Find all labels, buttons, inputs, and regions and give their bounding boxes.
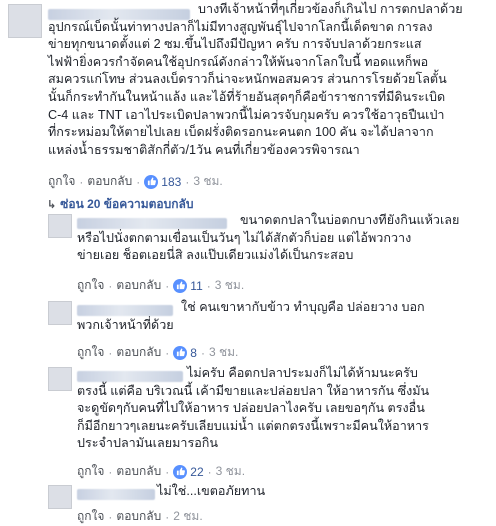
like-count[interactable]: 183 [161, 175, 181, 189]
like-link[interactable]: ถูกใจ [77, 462, 104, 481]
avatar[interactable] [48, 485, 72, 509]
thumbs-up-icon [173, 345, 188, 360]
thumbs-up-icon [173, 464, 188, 479]
reply-link[interactable]: ตอบกลับ [87, 172, 132, 191]
reply-text: ขนาดตกปลาในบ่อตกบางทียังกินแห้วเลย หรือไ… [77, 213, 460, 263]
avatar[interactable] [48, 214, 72, 238]
reply-text: ใช่ คนเขาหากับข้าว ทำบุญคือ ปล่อยวาง บอก… [77, 300, 425, 332]
avatar[interactable] [48, 367, 72, 391]
like-link[interactable]: ถูกใจ [77, 276, 104, 295]
like-link[interactable]: ถูกใจ [48, 172, 75, 191]
thumbs-up-icon [144, 174, 159, 189]
timestamp[interactable]: 3 ชม. [215, 276, 244, 295]
reply-text: ไม่ใช่...เขตอภัยทาน [157, 484, 266, 498]
like-count[interactable]: 11 [190, 279, 202, 293]
reply-link[interactable]: ตอบกลับ [116, 462, 161, 481]
comment-text: บางทีเจ้าหน้าที่ๆเกี่ยวข้องก็เกินไป การต… [48, 2, 463, 157]
reply-link[interactable]: ตอบกลับ [116, 343, 161, 362]
timestamp[interactable]: 3 ชม. [209, 343, 238, 362]
like-link[interactable]: ถูกใจ [77, 507, 104, 526]
reply-actions: ถูกใจ · ตอบกลับ · 11 · 3 ชม. [77, 276, 244, 295]
avatar[interactable] [48, 301, 72, 325]
avatar[interactable] [8, 4, 42, 38]
reply-actions: ถูกใจ · ตอบกลับ · 2 ชม. [77, 507, 203, 526]
timestamp[interactable]: 3 ชม. [216, 462, 245, 481]
like-count[interactable]: 22 [190, 465, 203, 479]
reply-actions: ถูกใจ · ตอบกลับ · 8 · 3 ชม. [77, 343, 238, 362]
reply-link[interactable]: ตอบกลับ [116, 507, 161, 526]
thumbs-up-icon [173, 278, 188, 293]
timestamp[interactable]: 3 ชม. [193, 172, 222, 191]
reply-actions: ถูกใจ · ตอบกลับ · 22 · 3 ชม. [77, 462, 245, 481]
timestamp[interactable]: 2 ชม. [173, 507, 202, 526]
corner-arrow-icon: ↳ [47, 199, 57, 211]
reply-text: ไม่ครับ คือตกปลาประมงก็ไม่ได้ห้ามนะครับ … [77, 366, 430, 451]
comment-actions: ถูกใจ · ตอบกลับ · 183 · 3 ชม. [48, 172, 223, 191]
reply-link[interactable]: ตอบกลับ [116, 276, 161, 295]
like-link[interactable]: ถูกใจ [77, 343, 104, 362]
like-count[interactable]: 8 [190, 346, 197, 360]
